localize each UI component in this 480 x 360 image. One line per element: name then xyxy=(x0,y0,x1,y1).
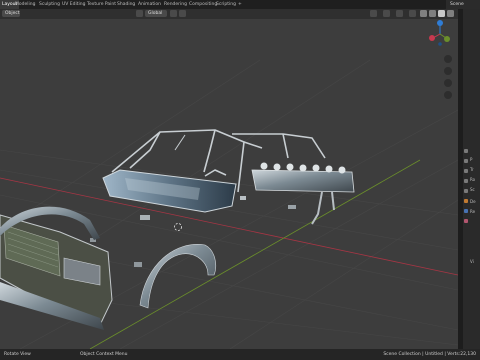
modifier-icon[interactable] xyxy=(464,209,468,213)
output-properties-icon[interactable] xyxy=(464,169,468,173)
transform-pivot-icon[interactable] xyxy=(136,10,143,17)
overlay-icon[interactable] xyxy=(396,10,403,17)
status-bar: Rotate View Object Context Menu Scene Co… xyxy=(0,349,480,360)
solid-shading-icon[interactable] xyxy=(429,10,436,17)
tab-uv-editing[interactable]: UV Editing xyxy=(60,0,87,9)
tab-modeling[interactable]: Modeling xyxy=(13,0,37,9)
snap-icon[interactable] xyxy=(170,10,177,17)
mode-dropdown[interactable]: Object xyxy=(2,10,20,17)
small-part xyxy=(288,205,296,209)
tab-texture-paint[interactable]: Texture Paint xyxy=(85,0,118,9)
rendered-shading-icon[interactable] xyxy=(447,10,454,17)
add-workspace-icon[interactable]: + xyxy=(236,0,244,9)
prop-label: Tr xyxy=(470,167,474,172)
proportional-edit-icon[interactable] xyxy=(179,10,186,17)
viewport-header: Object Global xyxy=(0,9,458,19)
material-shading-icon[interactable] xyxy=(438,10,445,17)
scene-properties-icon[interactable] xyxy=(464,189,468,193)
prop-label: De xyxy=(470,199,476,204)
view-layer-icon[interactable] xyxy=(464,179,468,183)
perspective-toggle-icon[interactable] xyxy=(444,91,452,99)
xray-icon[interactable] xyxy=(409,10,416,17)
wireframe-shading-icon[interactable] xyxy=(420,10,427,17)
workspace-bar: Layout Modeling Sculpting UV Editing Tex… xyxy=(0,0,480,9)
status-context-menu: Object Context Menu xyxy=(80,352,128,357)
tab-sculpting[interactable]: Sculpting xyxy=(37,0,62,9)
small-part xyxy=(140,215,150,220)
visibility-icon[interactable] xyxy=(370,10,377,17)
tab-shading[interactable]: Shading xyxy=(115,0,137,9)
object-properties-icon[interactable] xyxy=(464,199,468,203)
tab-scripting[interactable]: Scripting xyxy=(214,0,238,9)
tool-properties-icon[interactable] xyxy=(464,149,468,153)
pan-icon[interactable] xyxy=(444,67,452,75)
3d-cursor xyxy=(174,223,182,231)
tab-rendering[interactable]: Rendering xyxy=(162,0,189,9)
prop-label: P xyxy=(470,157,473,162)
small-part xyxy=(134,262,142,267)
prop-label: Re xyxy=(470,209,476,214)
zoom-icon[interactable] xyxy=(444,55,452,63)
prop-label: Sc xyxy=(470,187,475,192)
prop-label: Ro xyxy=(470,177,476,182)
camera-view-icon[interactable] xyxy=(444,79,452,87)
status-scene-stats: Scene Collection | Untitled | Verts:22,1… xyxy=(383,352,476,357)
3d-viewport[interactable] xyxy=(0,19,459,350)
small-part xyxy=(240,196,246,200)
navigation-gizmo xyxy=(429,20,450,46)
scene-selector[interactable]: Scene xyxy=(446,0,480,9)
properties-tab-strip xyxy=(458,9,463,349)
material-icon[interactable] xyxy=(464,219,468,223)
viewport-scene xyxy=(0,20,459,350)
status-rotate-view: Rotate View xyxy=(4,352,31,357)
gizmo-icon[interactable] xyxy=(383,10,390,17)
tab-animation[interactable]: Animation xyxy=(136,0,163,9)
prop-label: Vi xyxy=(470,259,474,264)
transform-orientation-dropdown[interactable]: Global xyxy=(145,10,167,17)
properties-panel: P Tr Ro Sc De Re Vi xyxy=(458,9,480,349)
render-properties-icon[interactable] xyxy=(464,159,468,163)
